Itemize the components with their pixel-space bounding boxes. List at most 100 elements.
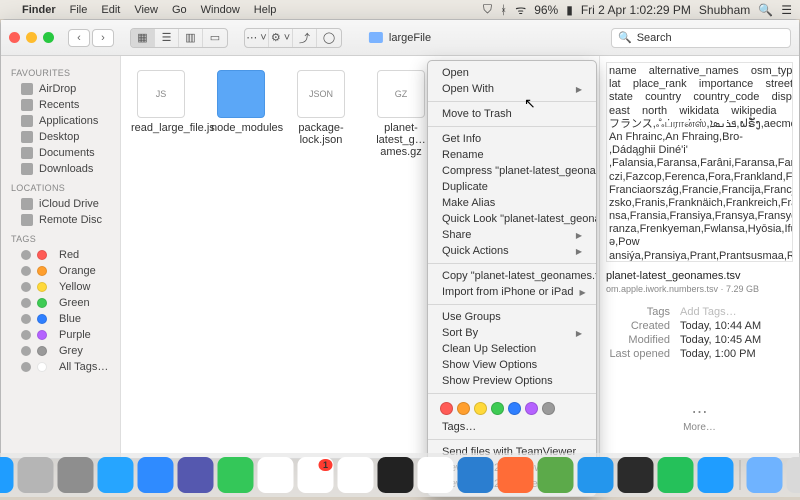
- sidebar-item-remote-disc[interactable]: Remote Disc: [1, 212, 120, 228]
- dock-vscode[interactable]: [458, 457, 494, 493]
- dock: 1: [0, 453, 800, 497]
- file-item[interactable]: JSONpackage-lock.json: [291, 70, 351, 146]
- bluetooth-icon[interactable]: ᚼ: [500, 3, 507, 17]
- wifi-icon[interactable]: ᯤ: [515, 1, 526, 18]
- dock-chrome[interactable]: [338, 457, 374, 493]
- icon-view[interactable]: ▦: [131, 29, 155, 47]
- traffic-lights: [9, 32, 54, 43]
- context-menu-item[interactable]: Open: [428, 65, 596, 81]
- dock-messages[interactable]: [218, 457, 254, 493]
- dock-iterm[interactable]: [618, 457, 654, 493]
- notification-center-icon[interactable]: ☰: [781, 3, 792, 17]
- sidebar-item-red[interactable]: Red: [1, 247, 120, 263]
- context-menu-item[interactable]: Quick Actions: [428, 243, 596, 259]
- dock-finder[interactable]: [0, 457, 14, 493]
- dock-teams[interactable]: [178, 457, 214, 493]
- sidebar-item-green[interactable]: Green: [1, 295, 120, 311]
- spotlight-icon[interactable]: 🔍: [758, 3, 773, 17]
- file-item[interactable]: node_modules: [211, 70, 271, 134]
- dock-mail[interactable]: [138, 457, 174, 493]
- sidebar-item-yellow[interactable]: Yellow: [1, 279, 120, 295]
- menu-help[interactable]: Help: [254, 4, 277, 16]
- user-name[interactable]: Shubham: [699, 3, 750, 17]
- dock-robo3t[interactable]: [538, 457, 574, 493]
- context-menu-item[interactable]: Open With: [428, 81, 596, 97]
- sidebar-item-airdrop[interactable]: AirDrop: [1, 81, 120, 97]
- file-item[interactable]: JSread_large_file.js: [131, 70, 191, 134]
- dock-postman[interactable]: [498, 457, 534, 493]
- context-menu-item[interactable]: Show Preview Options: [428, 373, 596, 389]
- dock-calendar[interactable]: 1: [298, 457, 334, 493]
- context-menu-item[interactable]: Move to Trash: [428, 106, 596, 122]
- dock-folder[interactable]: [747, 457, 783, 493]
- dock-numbers[interactable]: [658, 457, 694, 493]
- menu-view[interactable]: View: [134, 4, 158, 16]
- back-button[interactable]: ‹: [68, 29, 90, 47]
- sidebar-item-icloud-drive[interactable]: iCloud Drive: [1, 196, 120, 212]
- minimize-button[interactable]: [26, 32, 37, 43]
- close-button[interactable]: [9, 32, 20, 43]
- action-menu[interactable]: ⚙ ˅: [269, 29, 293, 47]
- menu-edit[interactable]: Edit: [101, 4, 120, 16]
- gallery-view[interactable]: ▭: [203, 29, 227, 47]
- menu-window[interactable]: Window: [201, 4, 240, 16]
- forward-button[interactable]: ›: [92, 29, 114, 47]
- sidebar-item-orange[interactable]: Orange: [1, 263, 120, 279]
- context-menu-item[interactable]: Make Alias: [428, 195, 596, 211]
- dock-docker[interactable]: [578, 457, 614, 493]
- context-menu-item[interactable]: Duplicate: [428, 179, 596, 195]
- dock-appstore[interactable]: [698, 457, 734, 493]
- file-icon: GZ: [377, 70, 425, 118]
- column-view[interactable]: ▥: [179, 29, 203, 47]
- context-menu-item[interactable]: Import from iPhone or iPad: [428, 284, 596, 300]
- context-menu-item[interactable]: Tags…: [428, 419, 596, 435]
- menubar: Finder File Edit View Go Window Help ⛉ ᚼ…: [0, 0, 800, 19]
- preview-filename: planet-latest_geonames.tsv: [606, 270, 793, 282]
- menu-file[interactable]: File: [70, 4, 88, 16]
- context-menu-item[interactable]: Get Info: [428, 131, 596, 147]
- share-button[interactable]: ⤴: [293, 29, 317, 47]
- shield-icon[interactable]: ⛉: [483, 2, 492, 17]
- clock[interactable]: Fri 2 Apr 1:02:29 PM: [581, 3, 691, 17]
- sidebar-item-documents[interactable]: Documents: [1, 145, 120, 161]
- sidebar-item-all-tags-[interactable]: All Tags…: [1, 359, 120, 375]
- context-menu-item[interactable]: Share: [428, 227, 596, 243]
- sidebar-item-recents[interactable]: Recents: [1, 97, 120, 113]
- view-switcher[interactable]: ▦ ☰ ▥ ▭: [130, 28, 228, 48]
- context-menu-item[interactable]: Use Groups: [428, 309, 596, 325]
- app-name[interactable]: Finder: [22, 4, 56, 16]
- window-title: largeFile: [369, 32, 431, 44]
- file-item[interactable]: GZplanet-latest_g…ames.gz: [371, 70, 431, 158]
- file-label: read_large_file.js: [131, 122, 215, 134]
- context-menu-tags[interactable]: [428, 398, 596, 419]
- context-menu-item[interactable]: Clean Up Selection: [428, 341, 596, 357]
- context-menu-item[interactable]: Quick Look "planet-latest_geonames.tsv": [428, 211, 596, 227]
- context-menu-item[interactable]: Sort By: [428, 325, 596, 341]
- dock-photos[interactable]: [258, 457, 294, 493]
- context-menu-item[interactable]: Compress "planet-latest_geonames.tsv": [428, 163, 596, 179]
- dock-settings[interactable]: [58, 457, 94, 493]
- tags-button[interactable]: ◯: [317, 29, 341, 47]
- sidebar-item-grey[interactable]: Grey: [1, 343, 120, 359]
- group-by[interactable]: ⋯ ˅: [245, 29, 269, 47]
- sidebar-item-purple[interactable]: Purple: [1, 327, 120, 343]
- sidebar-item-applications[interactable]: Applications: [1, 113, 120, 129]
- context-menu-item[interactable]: Copy "planet-latest_geonames.tsv": [428, 268, 596, 284]
- dock-slack[interactable]: [418, 457, 454, 493]
- list-view[interactable]: ☰: [155, 29, 179, 47]
- preview-more[interactable]: More…: [606, 402, 793, 433]
- zoom-button[interactable]: [43, 32, 54, 43]
- sidebar-item-blue[interactable]: Blue: [1, 311, 120, 327]
- dock-terminal[interactable]: [378, 457, 414, 493]
- search-field[interactable]: 🔍Search: [611, 28, 791, 48]
- sidebar-header: Favourites: [1, 62, 120, 81]
- dock-safari[interactable]: [98, 457, 134, 493]
- sidebar-item-downloads[interactable]: Downloads: [1, 161, 120, 177]
- battery-icon: ▮: [566, 3, 573, 17]
- dock-launchpad[interactable]: [18, 457, 54, 493]
- sidebar-item-desktop[interactable]: Desktop: [1, 129, 120, 145]
- context-menu-item[interactable]: Show View Options: [428, 357, 596, 373]
- menu-go[interactable]: Go: [172, 4, 187, 16]
- context-menu-item[interactable]: Rename: [428, 147, 596, 163]
- dock-trash[interactable]: [787, 457, 800, 493]
